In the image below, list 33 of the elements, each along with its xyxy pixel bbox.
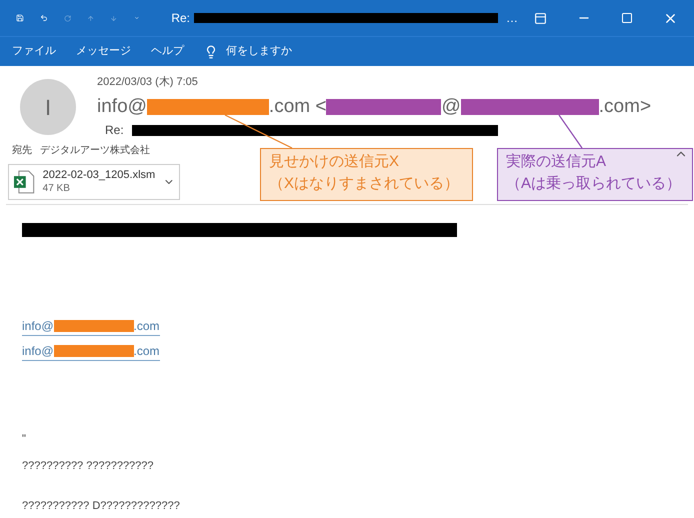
attachment-card[interactable]: 2022-02-03_1205.xlsm 47 KB xyxy=(8,164,180,200)
sender-address: info@ xyxy=(97,94,147,118)
sender-address: .com < xyxy=(268,94,326,118)
body-text: " xyxy=(22,432,27,447)
to-label: 宛先 xyxy=(12,144,32,158)
menu-item[interactable]: ヘルプ xyxy=(151,43,184,60)
attachment-size: 47 KB xyxy=(42,182,71,196)
lightbulb-icon xyxy=(204,44,218,58)
spreadsheet-file-icon xyxy=(13,170,35,194)
date-text: 2022/03/03 (木) 7:05 xyxy=(97,75,199,90)
window-title: Re: xyxy=(171,10,190,27)
email-link[interactable]: info@ xyxy=(22,317,54,335)
leader-line xyxy=(558,114,584,150)
sender-address: @ xyxy=(441,94,461,118)
title-ellipsis: … xyxy=(506,10,518,27)
recipient-name: デジタルアーツ株式会社 xyxy=(40,144,150,158)
sender-address: .com> xyxy=(598,94,652,118)
menu-item[interactable]: ファイル xyxy=(12,43,56,60)
body-text: ?????????? ??????????? xyxy=(22,458,155,474)
body-text: ??????????? D????????????? xyxy=(22,499,181,514)
email-link[interactable]: .com xyxy=(134,342,160,360)
maximize-icon[interactable] xyxy=(621,12,633,24)
ribbon-display-icon[interactable] xyxy=(534,12,547,24)
avatar: I xyxy=(20,79,76,135)
subject-label: Re: xyxy=(105,122,124,139)
email-link[interactable]: .com xyxy=(134,317,160,335)
attachment-name: 2022-02-03_1205.xlsm xyxy=(42,168,156,183)
email-link[interactable]: info@ xyxy=(22,342,54,360)
menu-item[interactable]: メッセージ xyxy=(76,43,131,60)
annotation-callout: 実際の送信元A （Aは乗っ取られている） xyxy=(497,148,693,201)
leader-line xyxy=(224,114,294,150)
annotation-callout: 見せかけの送信元X （Xはなりすまされている） xyxy=(260,148,473,201)
tell-me-field[interactable]: 何をしますか xyxy=(226,43,292,60)
